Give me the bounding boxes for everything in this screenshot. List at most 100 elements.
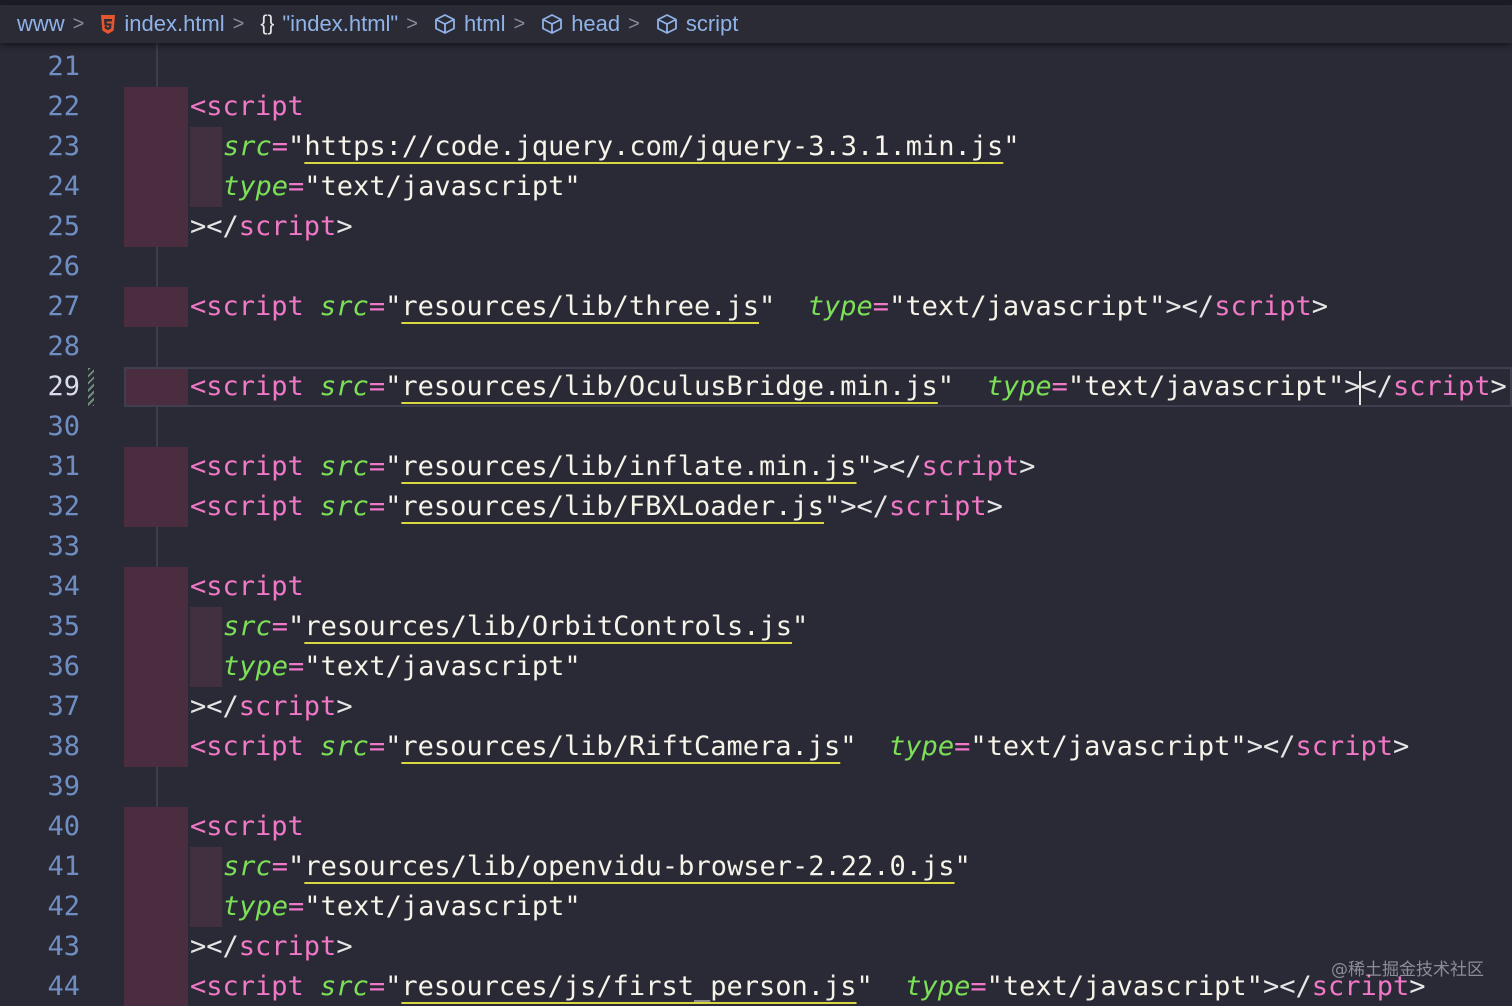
token-link[interactable]: resources/lib/three.js	[401, 291, 759, 322]
code-line[interactable]: <script src="resources/lib/RiftCamera.js…	[190, 727, 1409, 767]
token-link[interactable]: resources/lib/inflate.min.js	[401, 451, 856, 482]
token-punc: </	[856, 491, 890, 522]
token-link[interactable]: resources/lib/openvidu-browser-2.22.0.js	[304, 851, 954, 882]
line-number[interactable]: 39	[0, 767, 80, 807]
line-number[interactable]: 44	[0, 967, 80, 1006]
token-str: "	[385, 491, 402, 522]
code-line[interactable]: <script src="resources/lib/three.js" typ…	[190, 287, 1328, 327]
token-punc: >	[190, 931, 207, 962]
token-link[interactable]: resources/lib/FBXLoader.js	[401, 491, 824, 522]
token-link[interactable]: resources/lib/OculusBridge.min.js	[401, 371, 937, 402]
token-eq: =	[368, 971, 386, 1002]
code-line[interactable]: <script src="resources/lib/OculusBridge.…	[190, 367, 1507, 407]
code-line[interactable]: <script	[190, 807, 304, 847]
token-attr: type	[986, 371, 1052, 402]
token-tag: <script	[190, 451, 321, 482]
breadcrumb-item-head[interactable]: head >	[525, 11, 640, 37]
token-tag: <script	[190, 971, 321, 1002]
code-line[interactable]: src="resources/lib/OrbitControls.js"	[223, 607, 808, 647]
code-line[interactable]: ></script>	[190, 207, 353, 247]
token-eq: =	[368, 371, 386, 402]
token-punc: >	[840, 491, 857, 522]
line-number[interactable]: 32	[0, 487, 80, 527]
token-punc: >	[336, 931, 353, 962]
diff-highlight	[124, 127, 188, 167]
token-tag: <script	[190, 491, 321, 522]
breadcrumb-item-script[interactable]: script	[640, 11, 738, 37]
line-number[interactable]: 34	[0, 567, 80, 607]
line-number[interactable]: 35	[0, 607, 80, 647]
token-eq: =	[271, 851, 289, 882]
line-number[interactable]: 27	[0, 287, 80, 327]
diff-highlight	[124, 87, 188, 127]
chevron-right-icon: >	[72, 12, 85, 35]
indent-highlight	[190, 167, 222, 207]
diff-highlight	[124, 567, 188, 607]
token-eq: =	[368, 491, 386, 522]
line-number[interactable]: 42	[0, 887, 80, 927]
line-number[interactable]: 33	[0, 527, 80, 567]
code-line[interactable]: type="text/javascript"	[223, 887, 581, 927]
token-eq: =	[368, 451, 386, 482]
token-link[interactable]: resources/js/first_person.js	[401, 971, 856, 1002]
token-link[interactable]: resources/lib/OrbitControls.js	[304, 611, 792, 642]
diff-highlight	[124, 447, 188, 487]
token-attr: type	[223, 171, 289, 202]
line-number[interactable]: 38	[0, 727, 80, 767]
token-link[interactable]: https://code.jquery.com/jquery-3.3.1.min…	[304, 131, 1003, 162]
line-number[interactable]: 31	[0, 447, 80, 487]
breadcrumb-label: html	[463, 11, 506, 36]
line-number[interactable]: 37	[0, 687, 80, 727]
token-str: "	[385, 971, 402, 1002]
token-eq: =	[872, 291, 890, 322]
code-line[interactable]: type="text/javascript"	[223, 167, 581, 207]
line-number[interactable]: 25	[0, 207, 80, 247]
code-line[interactable]: type="text/javascript"	[223, 647, 581, 687]
line-number[interactable]: 23	[0, 127, 80, 167]
line-number[interactable]: 26	[0, 247, 80, 287]
code-line[interactable]: <script src="resources/js/first_person.j…	[190, 967, 1426, 1006]
code-line[interactable]: ></script>	[190, 687, 353, 727]
line-number[interactable]: 36	[0, 647, 80, 687]
code-line[interactable]: <script	[190, 567, 304, 607]
token-tag: script	[1393, 371, 1491, 402]
breadcrumb-item-file[interactable]: index.html >	[84, 11, 244, 37]
token-punc: >	[1344, 371, 1361, 402]
breadcrumb-item-object[interactable]: {} "index.html" >	[244, 11, 418, 37]
code-editor[interactable]: 21 22 23 24 25 26 27 28 29 30 31 32 33 34 35 36 37 38 39 40…	[0, 43, 1512, 1006]
code-line[interactable]: <script	[190, 87, 304, 127]
token-str: "text/javascript"	[1067, 371, 1345, 402]
diff-highlight	[124, 927, 188, 967]
code-line[interactable]: <script src="resources/lib/FBXLoader.js"…	[190, 487, 1003, 527]
token-punc: </	[1360, 371, 1393, 402]
code-line[interactable]: <script src="resources/lib/inflate.min.j…	[190, 447, 1035, 487]
token-str: "	[824, 491, 841, 522]
line-number[interactable]: 21	[0, 47, 80, 87]
line-number[interactable]: 40	[0, 807, 80, 847]
token-attr: type	[807, 291, 873, 322]
line-number[interactable]: 22	[0, 87, 80, 127]
diff-highlight	[124, 687, 188, 727]
token-tag: script	[238, 211, 337, 242]
code-line[interactable]: src="resources/lib/openvidu-browser-2.22…	[223, 847, 971, 887]
token-link[interactable]: resources/lib/RiftCamera.js	[401, 731, 840, 762]
token-str: "text/javascript"	[889, 291, 1166, 322]
indent-highlight	[190, 847, 222, 887]
code-line[interactable]: src="https://code.jquery.com/jquery-3.3.…	[223, 127, 1020, 167]
line-number[interactable]: 30	[0, 407, 80, 447]
code-line[interactable]: ></script>	[190, 927, 353, 967]
line-number[interactable]: 28	[0, 327, 80, 367]
chevron-right-icon: >	[232, 12, 245, 35]
line-number[interactable]: 24	[0, 167, 80, 207]
breadcrumb-item-html[interactable]: html >	[418, 11, 525, 37]
line-number-gutter[interactable]: 21 22 23 24 25 26 27 28 29 30 31 32 33 34 35 36 37 38 39 40…	[0, 43, 110, 1006]
breadcrumb-item-www[interactable]: www >	[0, 11, 84, 37]
line-number[interactable]: 43	[0, 927, 80, 967]
token-str: "text/javascript"	[986, 971, 1263, 1002]
line-number[interactable]: 29	[0, 367, 80, 407]
cube-icon	[542, 14, 563, 34]
token-punc: </	[206, 211, 239, 242]
line-number[interactable]: 41	[0, 847, 80, 887]
token-attr: src	[223, 851, 272, 882]
token-str: "	[385, 731, 402, 762]
